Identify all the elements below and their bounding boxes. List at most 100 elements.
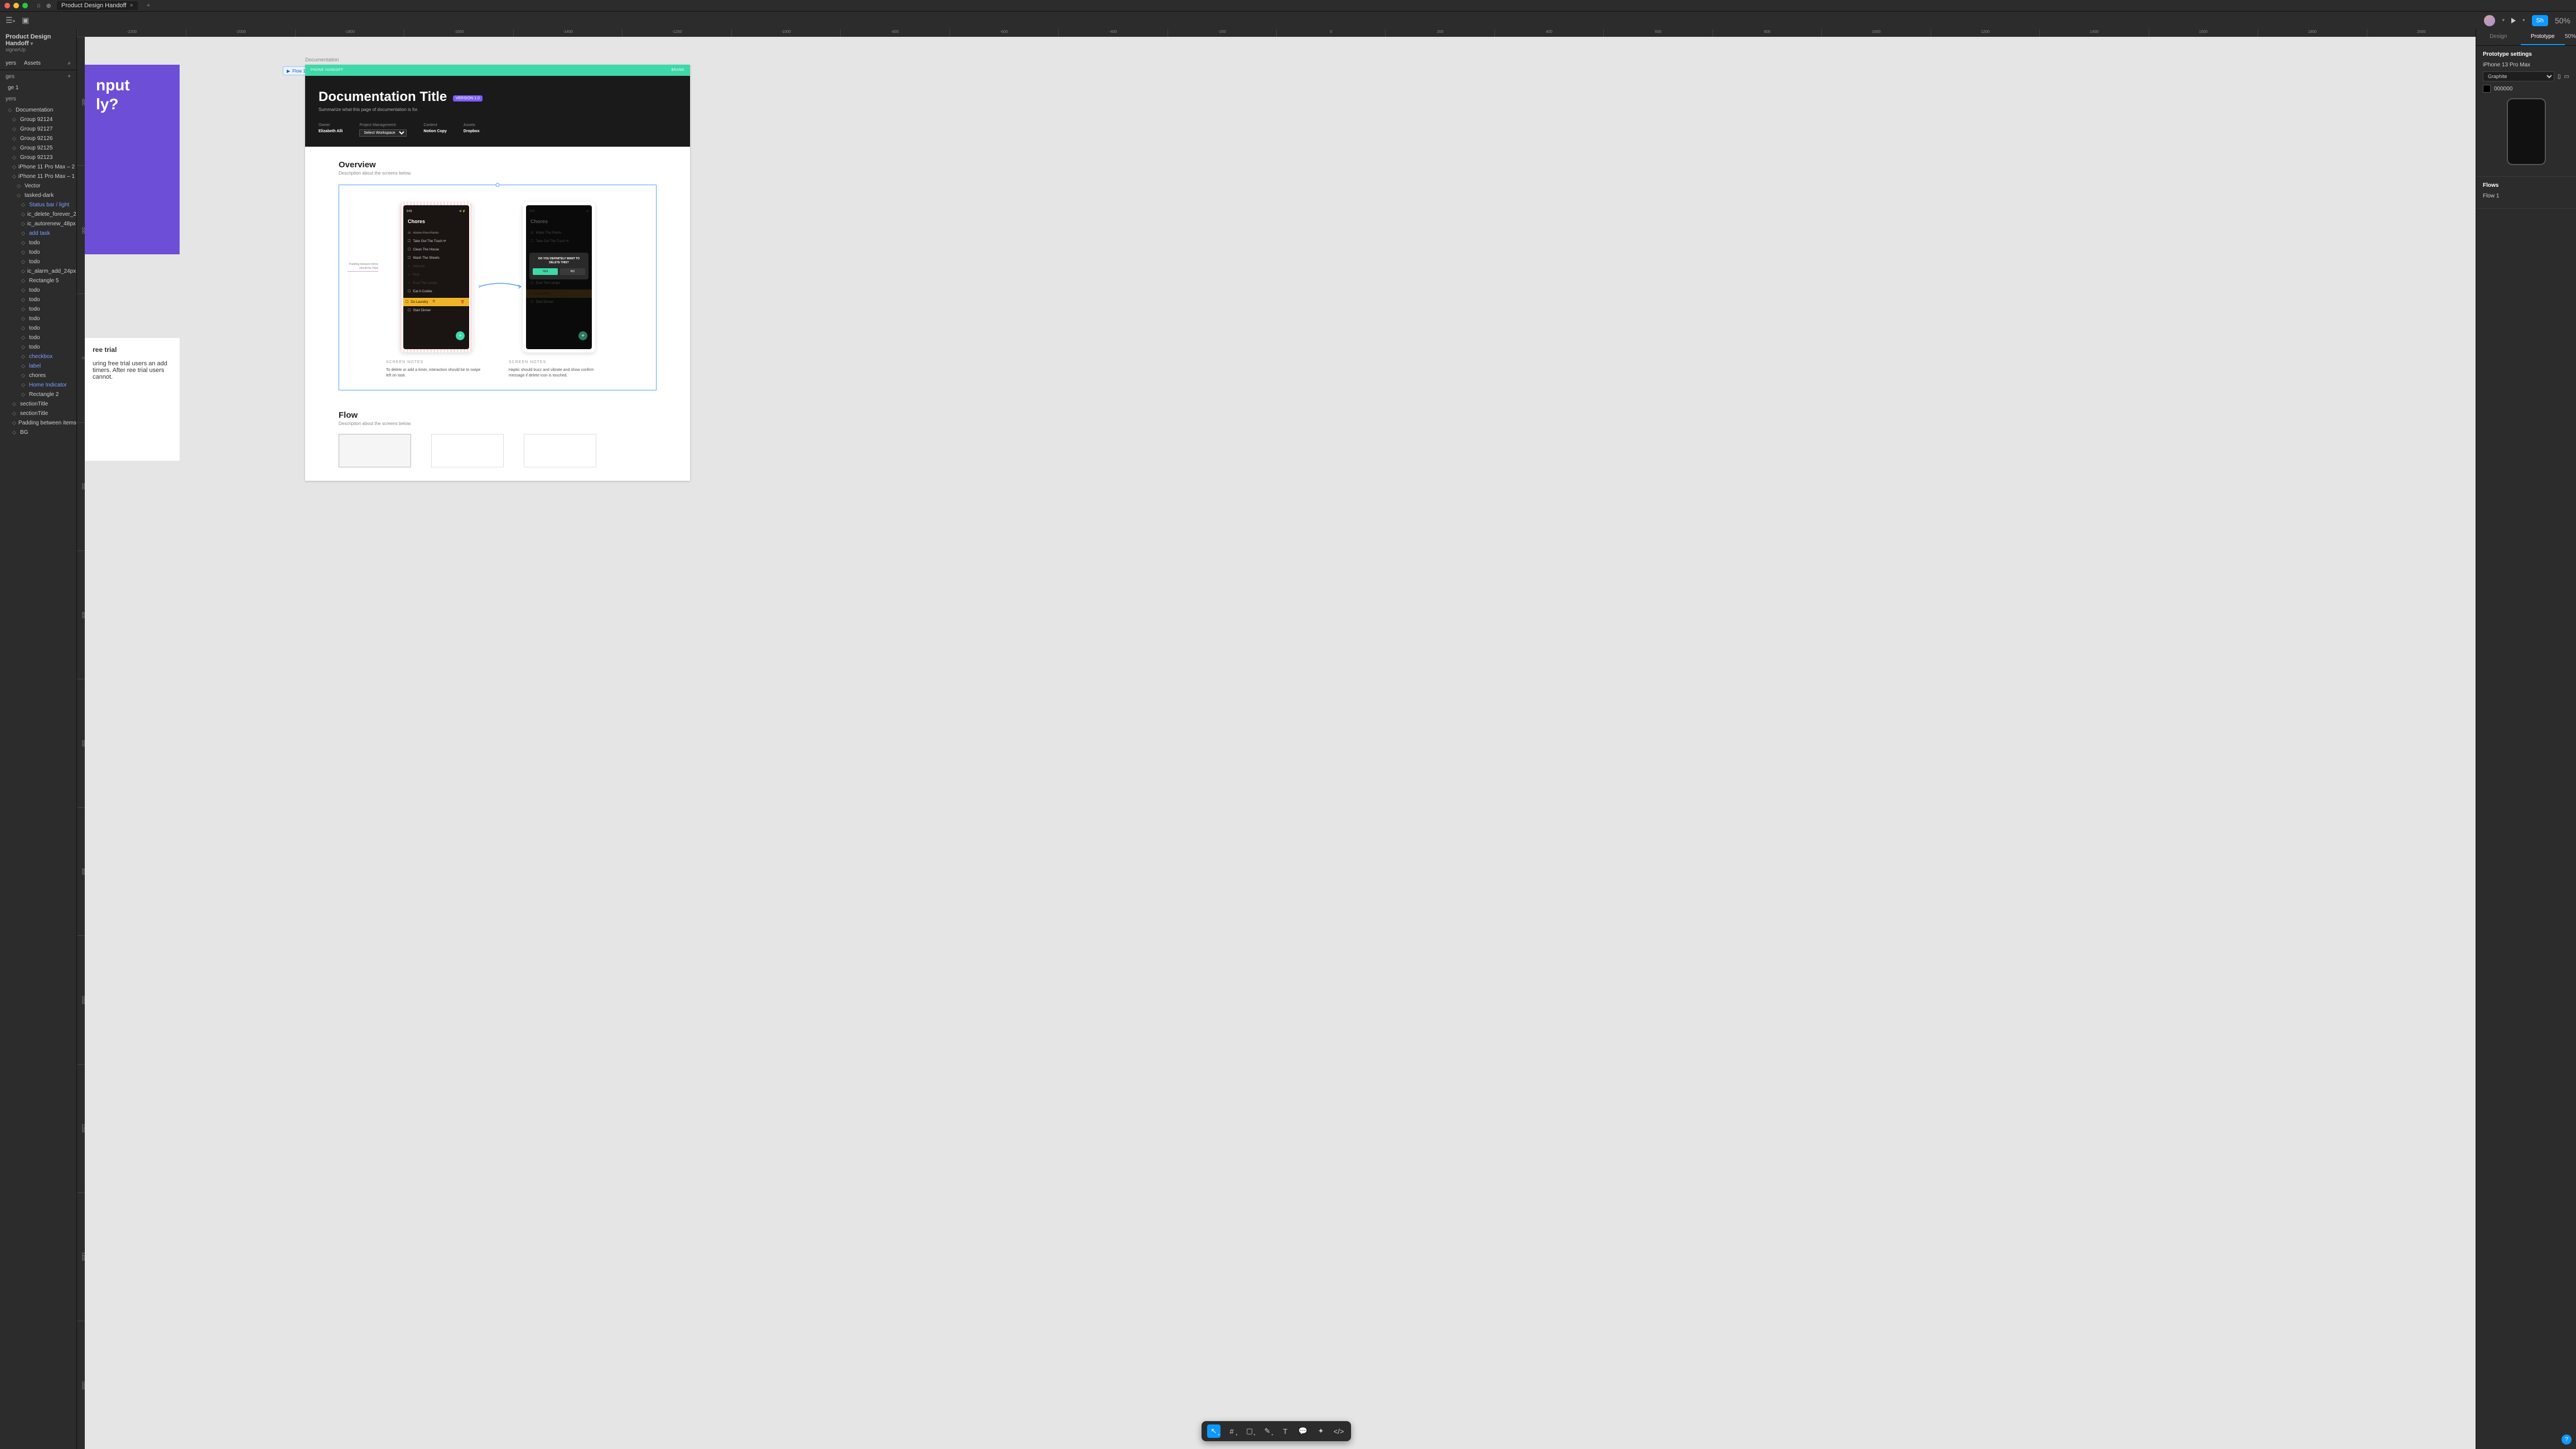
- device-name[interactable]: iPhone 13 Pro Max: [2483, 62, 2530, 68]
- panel-toggle-icon[interactable]: ▣: [22, 16, 29, 25]
- comment-tool[interactable]: 💬: [1296, 1424, 1310, 1438]
- globe-icon[interactable]: ⊕: [46, 2, 51, 9]
- canvas-area[interactable]: -2200-2000-1800-1600-1400-1200-1000-800-…: [77, 29, 2476, 1449]
- file-name[interactable]: Product Design Handoff ▾: [6, 33, 71, 47]
- orientation-icon[interactable]: ▯: [2558, 74, 2561, 80]
- user-avatar[interactable]: [2484, 15, 2495, 26]
- search-icon[interactable]: ⌕: [67, 60, 71, 66]
- present-chevron-icon[interactable]: ▾: [2522, 17, 2525, 23]
- avatar-chevron-icon[interactable]: ▾: [2502, 17, 2505, 23]
- white-frame[interactable]: ree trial uring free trial users an add …: [85, 338, 180, 461]
- share-button[interactable]: Sh: [2532, 15, 2548, 26]
- layer-item[interactable]: ◇todo: [0, 238, 76, 248]
- layer-item[interactable]: ◇sectionTitle: [0, 409, 76, 418]
- modal-no-button[interactable]: NO: [560, 268, 585, 275]
- add-fab[interactable]: +: [456, 331, 465, 340]
- task-item[interactable]: ☐Eat A Cookie: [407, 287, 466, 296]
- layer-item[interactable]: ◇iPhone 11 Pro Max – 1: [0, 172, 76, 181]
- pen-tool[interactable]: ✎▾: [1261, 1424, 1274, 1438]
- purple-frame[interactable]: nput ly?: [85, 65, 180, 254]
- layer-item[interactable]: ◇ic_autorenew_48px 1: [0, 219, 76, 229]
- add-fab-dim[interactable]: +: [578, 331, 587, 340]
- flow-box-3[interactable]: [524, 434, 596, 467]
- screen-2[interactable]: 9:41•ıl Chores ☑ Water The Plants ☐ Take…: [509, 202, 609, 379]
- layer-item[interactable]: ◇todo: [0, 286, 76, 295]
- orientation-icon-2[interactable]: ▭: [2564, 74, 2569, 80]
- flow-box-1[interactable]: [339, 434, 411, 467]
- highlighted-task[interactable]: ☐ Do Laundry ⏱ 🗑: [403, 298, 469, 306]
- layer-item[interactable]: ◇Rectangle 2: [0, 390, 76, 399]
- layer-item[interactable]: ◇todo: [0, 323, 76, 333]
- frame-tool[interactable]: #▾: [1225, 1424, 1238, 1438]
- layer-item[interactable]: ◇sectionTitle: [0, 399, 76, 409]
- frame-label[interactable]: Documentation: [305, 57, 339, 62]
- menu-icon[interactable]: ☰▾: [6, 16, 15, 25]
- close-tab-icon[interactable]: ×: [129, 2, 133, 9]
- layer-item[interactable]: ◇iPhone 11 Pro Max – 2: [0, 162, 76, 172]
- layer-item[interactable]: ◇Status bar / light: [0, 200, 76, 210]
- preset-select[interactable]: Graphite: [2483, 71, 2554, 81]
- modal-yes-button[interactable]: YES: [533, 268, 558, 275]
- layer-item[interactable]: ◇Group 92124: [0, 115, 76, 124]
- task-item[interactable]: ☐Clean The House: [407, 245, 466, 254]
- home-icon[interactable]: ⌂: [37, 2, 41, 9]
- task-item[interactable]: ☐Wash The Sheets: [407, 254, 466, 262]
- meta-pm-select[interactable]: Select Workspace: [359, 129, 407, 137]
- layer-item[interactable]: ◇Padding between items should be: [0, 418, 76, 428]
- layer-item[interactable]: ◇todo: [0, 305, 76, 314]
- task-item[interactable]: ☐Start Dinner: [407, 306, 466, 315]
- delete-icon[interactable]: 🗑: [458, 300, 467, 304]
- layer-item[interactable]: ◇Vector: [0, 181, 76, 191]
- plugin-tool[interactable]: ✦: [1314, 1424, 1328, 1438]
- zoom-level[interactable]: 50%: [2555, 16, 2570, 25]
- layer-item[interactable]: ◇ic_delete_forever_24px 1: [0, 210, 76, 219]
- documentation-frame[interactable]: PHONE HANDOFF BRAND Documentation Title …: [305, 65, 690, 481]
- layer-item[interactable]: ◇label: [0, 361, 76, 371]
- layer-item[interactable]: ◇Documentation: [0, 105, 76, 115]
- layer-item[interactable]: ◇todo: [0, 248, 76, 257]
- prototype-arrow[interactable]: [479, 281, 523, 292]
- canvas[interactable]: nput ly? ree trial uring free trial user…: [85, 37, 2476, 1449]
- layer-item[interactable]: ◇add task: [0, 229, 76, 238]
- minimize-window-button[interactable]: [13, 3, 19, 8]
- new-tab-button[interactable]: +: [147, 2, 150, 9]
- flow-item[interactable]: Flow 1: [2483, 193, 2569, 199]
- bg-color-chip[interactable]: [2483, 85, 2491, 93]
- layer-item[interactable]: ◇todo: [0, 314, 76, 323]
- layer-item[interactable]: ◇tasked-dark: [0, 191, 76, 200]
- help-button[interactable]: ?: [2561, 1434, 2572, 1445]
- task-item[interactable]: ☐Take Out The Trash ⟳: [407, 237, 466, 245]
- flow-box-2[interactable]: [431, 434, 504, 467]
- layers-tab[interactable]: yers: [6, 60, 16, 66]
- text-tool[interactable]: T: [1279, 1424, 1292, 1438]
- page-item[interactable]: ge 1: [0, 83, 76, 93]
- layer-item[interactable]: ◇Rectangle 5: [0, 276, 76, 286]
- layer-item[interactable]: ◇checkbox: [0, 352, 76, 361]
- layer-item[interactable]: ◇chores: [0, 371, 76, 380]
- bg-color-value[interactable]: 000000: [2494, 86, 2512, 92]
- overview-selection-box[interactable]: Padding between items should be 24px: [339, 185, 657, 390]
- layer-item[interactable]: ◇BG: [0, 428, 76, 437]
- layer-item[interactable]: ◇todo: [0, 295, 76, 305]
- task-item[interactable]: ☑Water The Plants: [407, 229, 466, 237]
- screen-1[interactable]: 9:41•ıl ⚡ Chores ☑Water The Plants☐Take …: [386, 202, 486, 379]
- maximize-window-button[interactable]: [22, 3, 28, 8]
- move-tool[interactable]: ↖▾: [1207, 1424, 1221, 1438]
- layer-item[interactable]: ◇Group 92126: [0, 134, 76, 143]
- assets-tab[interactable]: Assets: [24, 60, 41, 66]
- task-item[interactable]: ✓Vacuum: [407, 262, 466, 271]
- dev-mode-tool[interactable]: </>: [1332, 1424, 1345, 1438]
- file-tab[interactable]: Product Design Handoff ×: [57, 1, 138, 10]
- layer-item[interactable]: ◇todo: [0, 342, 76, 352]
- layer-item[interactable]: ◇Group 92123: [0, 153, 76, 162]
- selection-handle[interactable]: [496, 183, 500, 187]
- present-button[interactable]: [2511, 18, 2516, 23]
- design-tab[interactable]: Design: [2476, 29, 2521, 45]
- prototype-tab[interactable]: Prototype: [2521, 29, 2565, 45]
- shape-tool[interactable]: ▢▾: [1243, 1424, 1256, 1438]
- layer-item[interactable]: ◇ic_alarm_add_24px 1: [0, 267, 76, 276]
- task-item[interactable]: ✓Mop: [407, 271, 466, 279]
- add-page-icon[interactable]: +: [67, 74, 71, 80]
- layer-item[interactable]: ◇todo: [0, 257, 76, 267]
- timer-icon[interactable]: ⏱: [430, 300, 437, 304]
